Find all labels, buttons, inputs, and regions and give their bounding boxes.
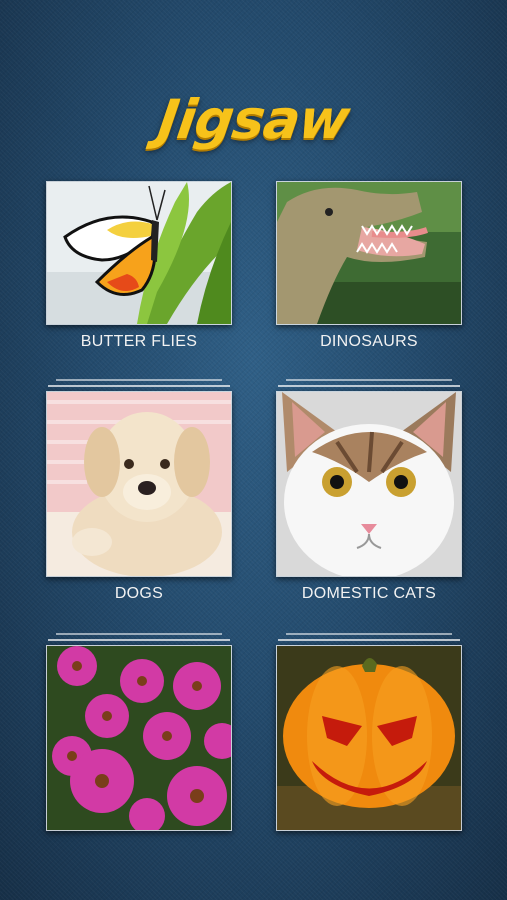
puppy-image-icon (46, 391, 232, 577)
category-card-flowers[interactable] (46, 633, 232, 831)
category-card-domestic-cats[interactable]: DOMESTIC CATS (276, 379, 462, 603)
category-card-dogs[interactable]: DOGS (46, 379, 232, 603)
category-label: DOGS (114, 585, 164, 602)
category-card-pumpkin[interactable] (276, 633, 462, 831)
app-title: Jigsaw (154, 88, 353, 151)
category-label: BUTTER FLIES (80, 333, 198, 350)
category-card-dinosaurs[interactable]: DINOSAURS (276, 181, 462, 351)
dinosaur-image-icon (276, 181, 462, 325)
category-label: DOMESTIC CATS (301, 585, 437, 602)
category-card-butterflies[interactable]: BUTTER FLIES (46, 181, 232, 351)
butterfly-image-icon (46, 181, 232, 325)
category-label: DINOSAURS (320, 333, 418, 350)
cat-image-icon (276, 391, 462, 577)
flowers-image-icon (46, 645, 232, 831)
pumpkin-image-icon (276, 645, 462, 831)
